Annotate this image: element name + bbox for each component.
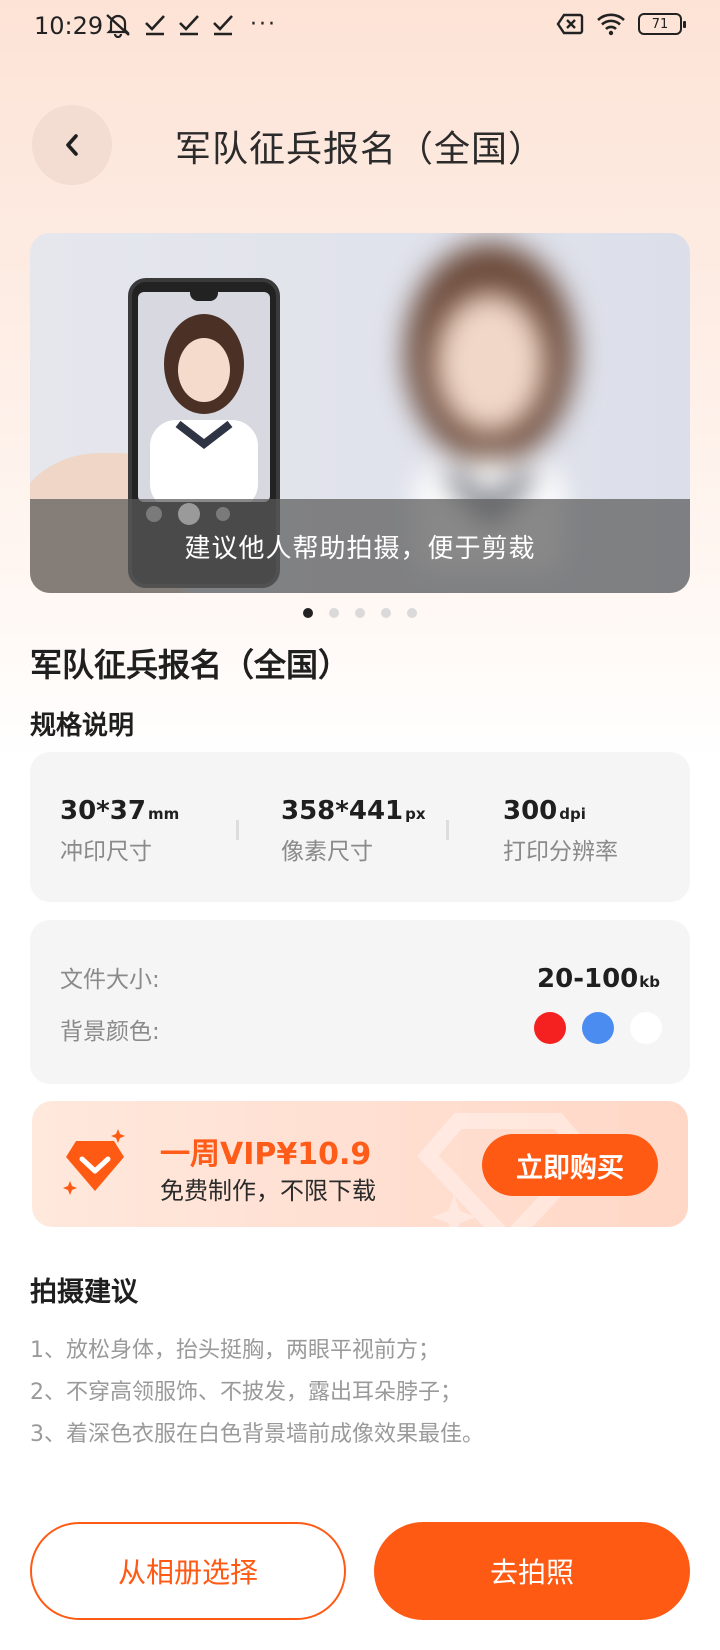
banner-carousel[interactable]: 建议他人帮助拍摄，便于剪裁: [30, 233, 690, 593]
carousel-dot[interactable]: [355, 608, 365, 618]
camera-control-dot: [146, 506, 162, 522]
carousel-dot-active[interactable]: [303, 608, 313, 618]
phone-camera-controls: [50, 503, 230, 525]
status-time: 10:29: [34, 12, 104, 40]
choose-from-album-button[interactable]: 从相册选择: [30, 1522, 346, 1620]
status-bar: 10:29 ··· 71: [0, 0, 720, 56]
background-color-options: [534, 1012, 662, 1044]
spec-divider: [236, 820, 239, 840]
status-system-icons: 71: [556, 12, 686, 36]
spec-value-number: 300: [503, 796, 558, 826]
header-title: 军队征兵报名（全国）: [174, 129, 545, 170]
spec-unit: mm: [147, 805, 180, 823]
sim-off-icon: [556, 13, 584, 35]
carousel-dot[interactable]: [407, 608, 417, 618]
swatch-red[interactable]: [534, 1012, 566, 1044]
file-size-value: 20-100kb: [537, 964, 660, 994]
status-notification-icons: ···: [104, 12, 277, 38]
take-photo-button[interactable]: 去拍照: [374, 1522, 690, 1620]
mute-bell-icon: [106, 14, 130, 38]
portrait-image: [150, 314, 258, 502]
vip-promo-card[interactable]: 一周VIP¥10.9 免费制作，不限下载 立即购买: [32, 1101, 688, 1227]
file-info-card: 文件大小: 20-100kb 背景颜色:: [30, 920, 690, 1084]
spec-label: 冲印尺寸: [60, 839, 152, 865]
buy-now-button[interactable]: 立即购买: [482, 1134, 658, 1196]
tip-item: 3、着深色衣服在白色背景墙前成像效果最佳。: [30, 1422, 484, 1447]
more-notifications-icon: ···: [250, 12, 277, 37]
spec-resolution: 300 dpi 打印分辨率: [503, 796, 618, 866]
wifi-icon: [597, 13, 625, 36]
spec-value: 30*37 mm: [60, 796, 179, 826]
spec-divider: [446, 820, 449, 840]
spec-value-number: 358*441: [281, 796, 404, 826]
check-icon: [179, 15, 199, 36]
background-color-label: 背景颜色:: [60, 1019, 160, 1045]
battery-icon: 71: [638, 13, 686, 35]
spec-value: 358*441 px: [281, 796, 426, 826]
spec-card: 30*37 mm 冲印尺寸 358*441 px 像素尺寸 300 dpi 打印分辨率: [30, 752, 690, 902]
shutter-icon: [178, 503, 200, 525]
switch-camera-icon: [216, 507, 230, 521]
spec-print-size: 30*37 mm 冲印尺寸: [60, 796, 179, 866]
file-size-label: 文件大小:: [60, 967, 160, 993]
spec-unit: px: [405, 805, 426, 823]
spec-label: 像素尺寸: [281, 839, 373, 865]
phone-screen: [138, 292, 270, 502]
check-icon: [145, 15, 165, 36]
spec-pixel-size: 358*441 px 像素尺寸: [281, 796, 426, 866]
carousel-dot[interactable]: [329, 608, 339, 618]
file-size-unit: kb: [639, 973, 660, 991]
spec-value: 300 dpi: [503, 796, 618, 826]
banner-caption: 建议他人帮助拍摄，便于剪裁: [184, 533, 536, 564]
spec-label: 打印分辨率: [503, 839, 618, 865]
file-size-number: 20-100: [537, 964, 639, 994]
swatch-white[interactable]: [630, 1012, 662, 1044]
carousel-indicator: [0, 608, 720, 618]
phone-notch: [190, 292, 218, 301]
vip-title: 一周VIP¥10.9: [160, 1137, 372, 1172]
spec-unit: dpi: [559, 805, 586, 823]
page-title: 军队征兵报名（全国）: [30, 646, 351, 684]
tip-item: 1、放松身体，抬头挺胸，两眼平视前方；: [30, 1338, 440, 1363]
check-icon: [213, 15, 233, 36]
swatch-blue[interactable]: [582, 1012, 614, 1044]
tips-list: 1、放松身体，抬头挺胸，两眼平视前方； 2、不穿高领服饰、不披发，露出耳朵脖子；…: [30, 1330, 484, 1456]
spec-section-title: 规格说明: [30, 711, 135, 741]
battery-level: 71: [651, 16, 669, 32]
carousel-dot[interactable]: [381, 608, 391, 618]
tip-item: 2、不穿高领服饰、不披发，露出耳朵脖子；: [30, 1380, 462, 1405]
spec-value-number: 30*37: [60, 796, 146, 826]
vip-subtitle: 免费制作，不限下载: [160, 1177, 376, 1205]
vip-diamond-icon: [63, 1129, 125, 1195]
tips-title: 拍摄建议: [30, 1277, 138, 1308]
